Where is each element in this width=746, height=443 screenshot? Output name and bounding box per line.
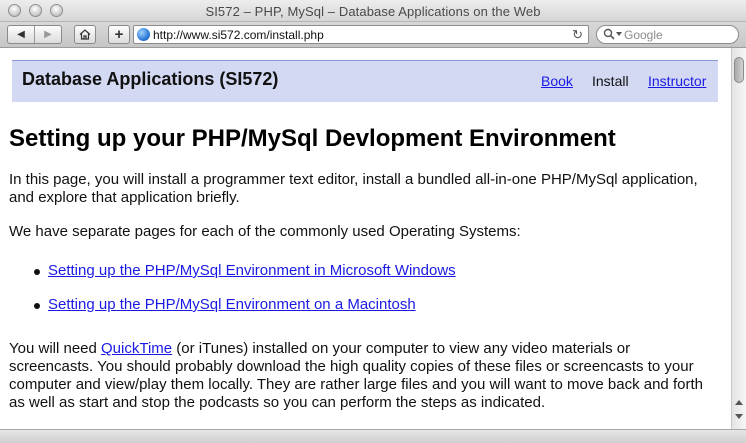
- scroll-down-icon[interactable]: [735, 414, 743, 419]
- quicktime-link[interactable]: QuickTime: [101, 340, 172, 357]
- address-bar[interactable]: http://www.si572.com/install.php ↻: [133, 25, 589, 44]
- nav-link-book[interactable]: Book: [541, 73, 573, 89]
- title-bar: SI572 – PHP, MySql – Database Applicatio…: [0, 0, 746, 22]
- search-input[interactable]: Google: [596, 25, 739, 44]
- globe-icon: [137, 28, 150, 41]
- window-title: SI572 – PHP, MySql – Database Applicatio…: [205, 4, 541, 19]
- macintosh-setup-link[interactable]: Setting up the PHP/MySql Environment on …: [48, 296, 416, 313]
- forward-button[interactable]: ▶: [35, 26, 61, 43]
- scrollbar-thumb[interactable]: [734, 57, 744, 83]
- page-viewport: Database Applications (SI572) Book Insta…: [0, 48, 731, 429]
- browser-toolbar: ◀ ▶ + http://www.si572.com/install.php ↻…: [0, 22, 746, 48]
- back-arrow-icon: ◀: [17, 29, 25, 40]
- vertical-scrollbar[interactable]: [731, 48, 746, 429]
- add-bookmark-button[interactable]: +: [108, 25, 130, 44]
- forward-arrow-icon: ▶: [44, 29, 52, 40]
- scroll-up-icon[interactable]: [735, 400, 743, 405]
- os-intro-paragraph: We have separate pages for each of the c…: [9, 223, 521, 240]
- search-icon: [603, 28, 615, 40]
- site-title: Database Applications (SI572): [22, 69, 279, 89]
- video-para-text-before: You will need: [9, 340, 102, 357]
- home-button[interactable]: [74, 25, 96, 44]
- nav-item-install: Install: [592, 73, 629, 89]
- chevron-down-icon[interactable]: [616, 32, 622, 36]
- bullet-icon: [34, 303, 40, 309]
- windows-setup-link[interactable]: Setting up the PHP/MySql Environment in …: [48, 262, 456, 279]
- list-item: Setting up the PHP/MySql Environment in …: [32, 262, 456, 279]
- intro-paragraph: In this page, you will install a program…: [9, 171, 698, 206]
- search-placeholder: Google: [624, 28, 663, 42]
- reload-icon[interactable]: ↻: [572, 27, 583, 43]
- home-icon: [79, 29, 91, 40]
- nav-link-instructor[interactable]: Instructor: [648, 73, 706, 89]
- back-button[interactable]: ◀: [8, 26, 35, 43]
- navigation-buttons: ◀ ▶: [7, 25, 62, 44]
- list-item: Setting up the PHP/MySql Environment on …: [32, 296, 416, 313]
- page-title: Setting up your PHP/MySql Devlopment Env…: [9, 125, 616, 152]
- url-text[interactable]: http://www.si572.com/install.php: [153, 28, 324, 42]
- status-bar: [0, 429, 746, 443]
- site-header: Database Applications (SI572) Book Insta…: [12, 60, 718, 102]
- video-paragraph: You will need QuickTime (or iTunes) inst…: [9, 340, 709, 412]
- bullet-icon: [34, 269, 40, 275]
